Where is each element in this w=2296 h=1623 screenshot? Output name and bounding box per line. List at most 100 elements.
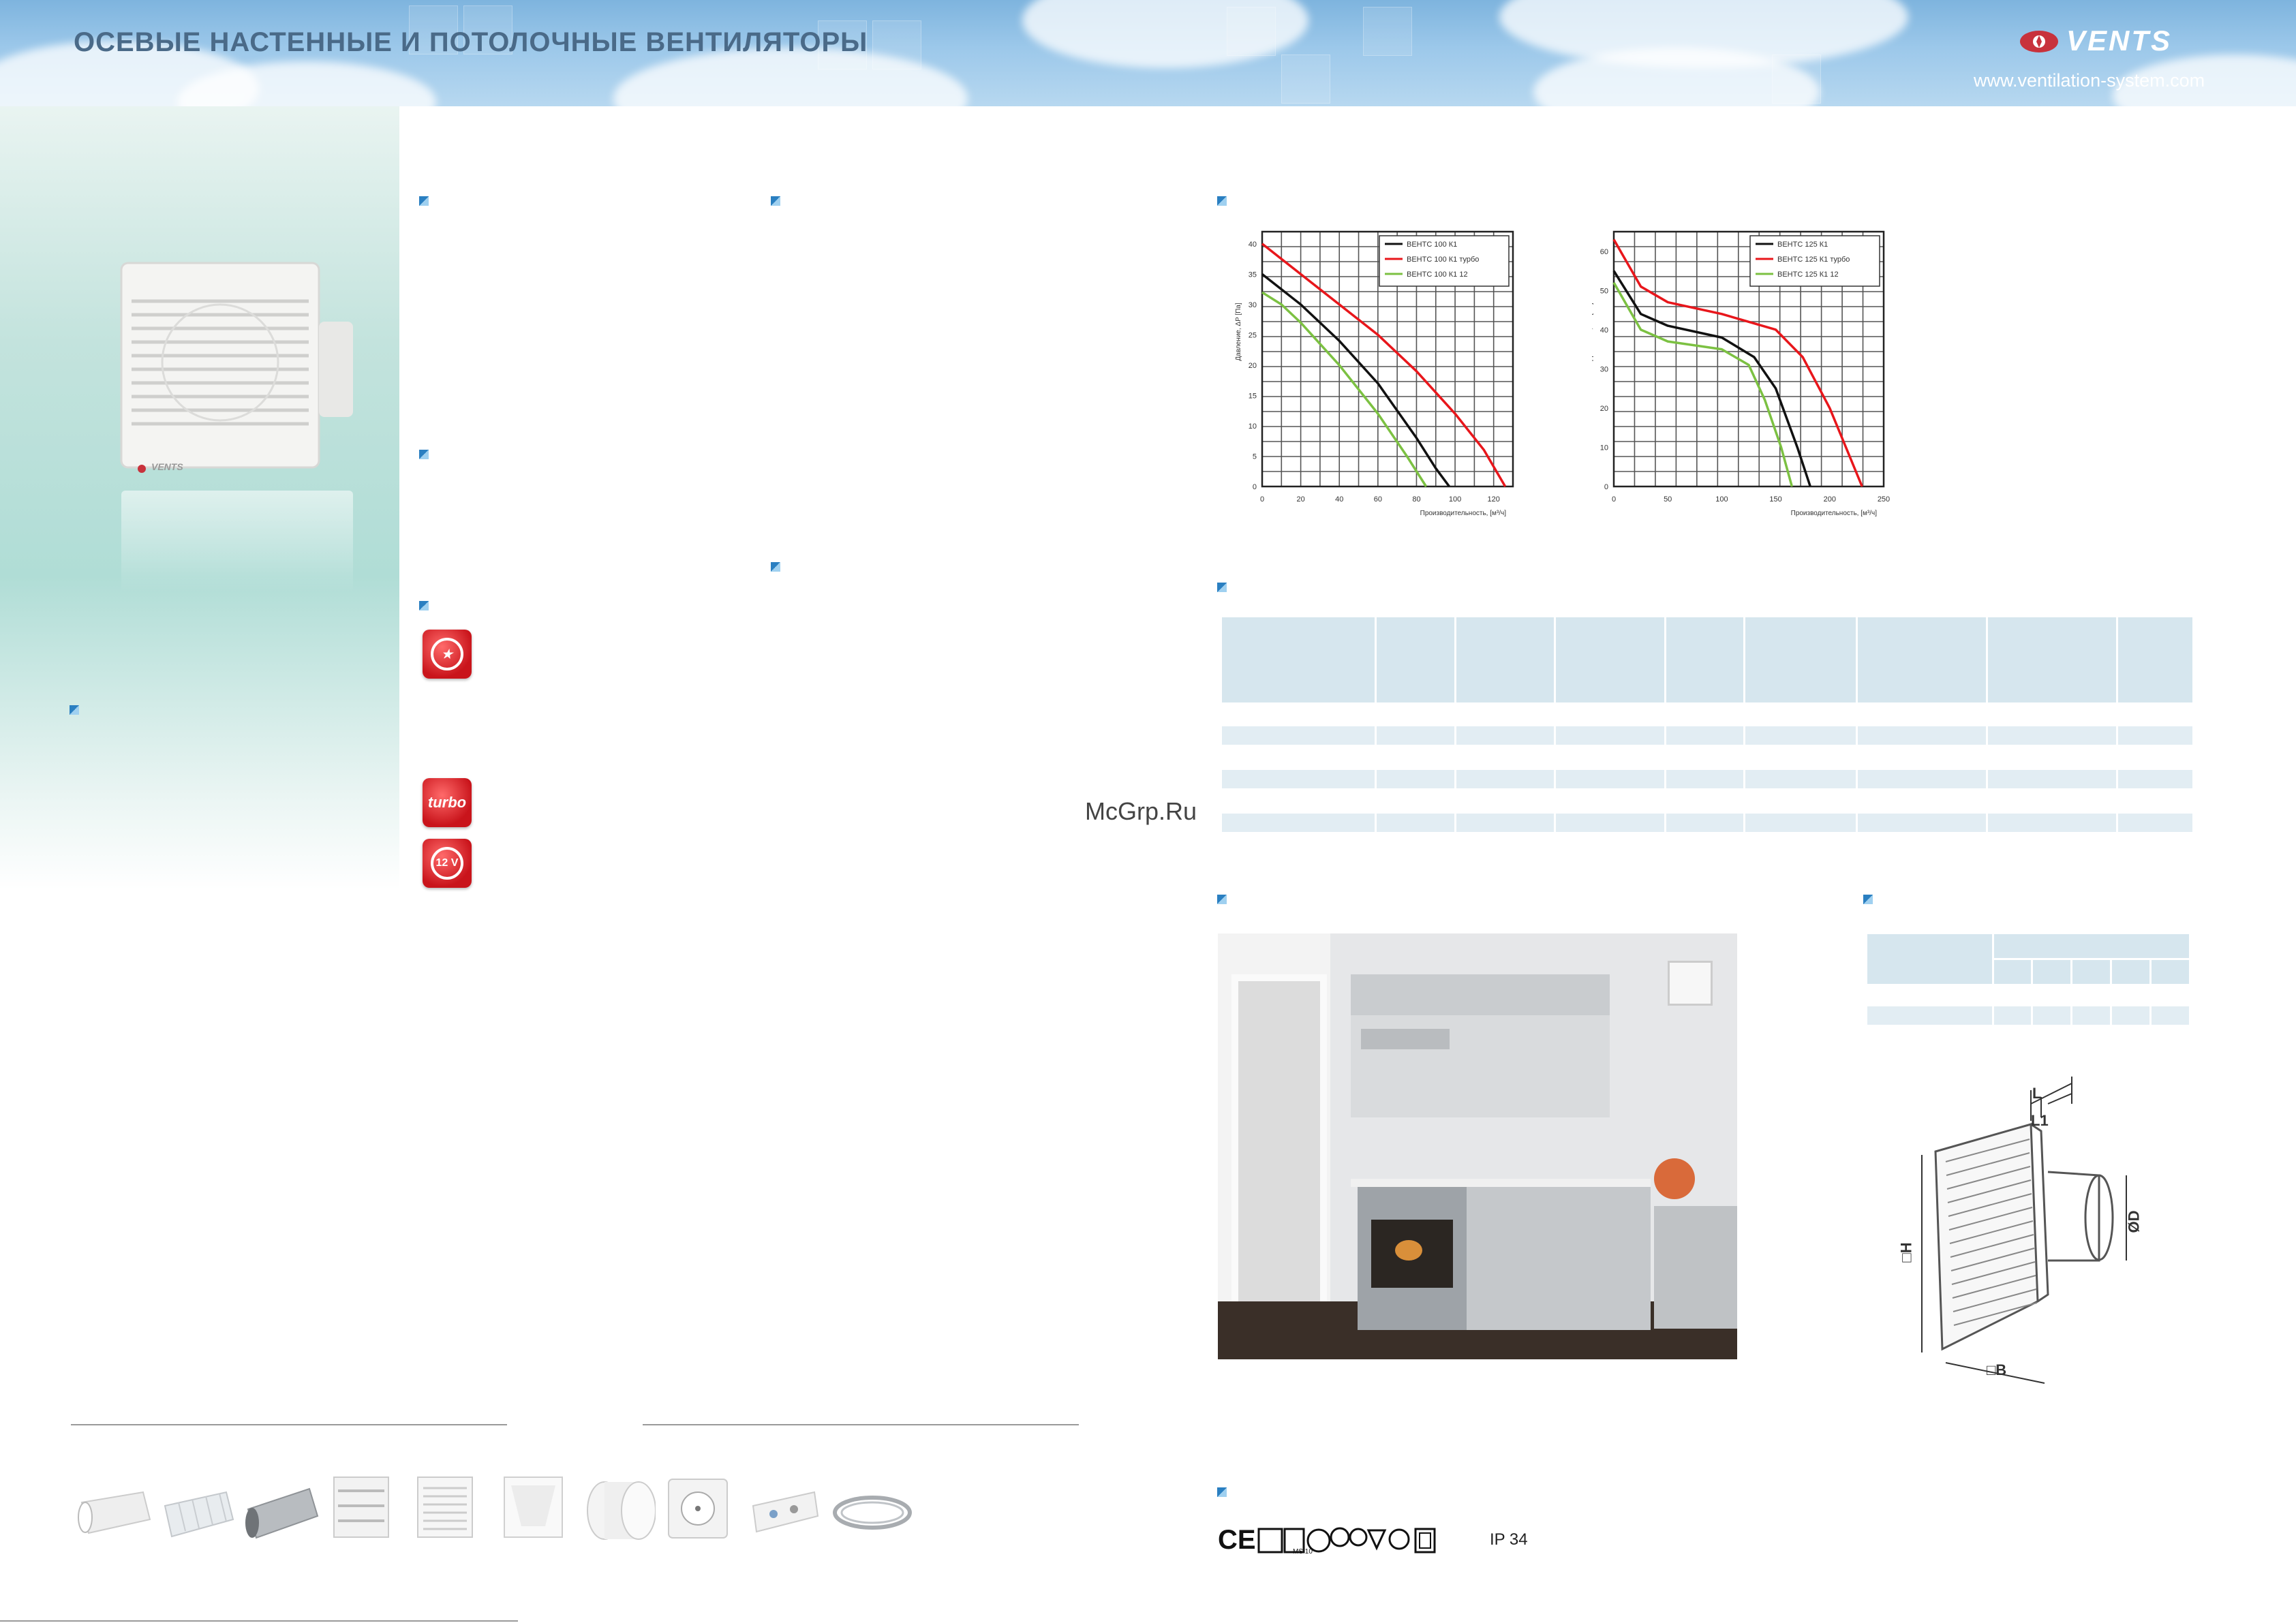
section-marker-icon bbox=[419, 196, 429, 206]
y-tick-label: 60 bbox=[1600, 248, 1608, 256]
section-marker-icon bbox=[1863, 895, 1873, 904]
y-tick-label: 5 bbox=[1253, 452, 1257, 461]
x-tick-label: 0 bbox=[1612, 495, 1616, 504]
x-tick-label: 50 bbox=[1664, 495, 1672, 504]
x-tick-label: 120 bbox=[1488, 495, 1500, 504]
table-row bbox=[1220, 702, 2194, 726]
y-tick-label: 15 bbox=[1249, 392, 1257, 400]
y-tick-label: 0 bbox=[1253, 483, 1257, 491]
duct-flexible-icon bbox=[158, 1482, 240, 1543]
product-logo: VENTS bbox=[151, 461, 183, 472]
table-row bbox=[1865, 984, 2191, 1006]
page-title: ОСЕВЫЕ НАСТЕННЫЕ И ПОТОЛОЧНЫЕ ВЕНТИЛЯТОР… bbox=[74, 27, 868, 57]
legend-label: ВЕНТС 125 К1 турбо bbox=[1777, 256, 1850, 264]
divider bbox=[0, 1620, 518, 1622]
x-tick-label: 80 bbox=[1412, 495, 1420, 504]
y-tick-label: 35 bbox=[1249, 270, 1257, 279]
y-tick-label: 50 bbox=[1600, 287, 1608, 295]
dim-label-b: □B bbox=[1987, 1361, 2007, 1378]
specifications-table bbox=[1220, 615, 2194, 834]
turbo-badge-icon: turbo bbox=[423, 778, 472, 827]
table-row bbox=[1865, 1004, 2191, 1027]
table-row bbox=[1220, 768, 2194, 790]
table-row bbox=[1220, 812, 2194, 834]
ventilation-grille-icon bbox=[412, 1472, 480, 1543]
duct-aluminium-icon bbox=[241, 1482, 323, 1543]
section-marker-icon bbox=[1217, 196, 1227, 206]
louvre-grille-icon bbox=[328, 1472, 397, 1543]
series-line bbox=[1612, 270, 1811, 487]
chart-vents-125: 0 50 100 150 200 250 0 10 20 30 40 50 60 Производител… bbox=[1592, 230, 1890, 517]
x-tick-label: 150 bbox=[1769, 495, 1781, 504]
section-marker-icon bbox=[771, 196, 780, 206]
legend-label: ВЕНТС 100 К1 турбо bbox=[1407, 256, 1479, 264]
section-marker-icon bbox=[419, 601, 429, 610]
x-tick-label: 200 bbox=[1824, 495, 1836, 504]
table-row bbox=[1220, 788, 2194, 814]
brand-url[interactable]: www.ventilation-system.com bbox=[1974, 70, 2205, 91]
y-tick-label: 30 bbox=[1249, 301, 1257, 309]
legend-label: ВЕНТС 125 К1 12 bbox=[1777, 270, 1839, 279]
product-image: VENTS bbox=[114, 260, 360, 492]
watermark: McGrp.Ru bbox=[1085, 797, 1197, 825]
ce-mark-icon: CE bbox=[1218, 1525, 1256, 1555]
x-axis-label: Производительность, [м³/ч] bbox=[1791, 510, 1878, 517]
section-marker-icon bbox=[1217, 1487, 1227, 1497]
y-tick-label: 0 bbox=[1604, 483, 1608, 491]
x-tick-label: 100 bbox=[1715, 495, 1728, 504]
x-tick-label: 60 bbox=[1374, 495, 1382, 504]
12v-badge-icon: 12 V bbox=[423, 839, 472, 888]
y-tick-label: 40 bbox=[1600, 326, 1608, 335]
y-tick-label: 20 bbox=[1600, 405, 1608, 413]
legend-label: ВЕНТС 125 К1 bbox=[1777, 241, 1828, 249]
turbo-label: turbo bbox=[427, 794, 467, 811]
brand-name: VENTS bbox=[2066, 25, 2173, 57]
y-tick-label: 40 bbox=[1249, 241, 1257, 249]
series-line bbox=[1261, 273, 1450, 488]
section-marker-icon bbox=[771, 562, 780, 572]
table-row bbox=[1220, 745, 2194, 770]
y-tick-label: 10 bbox=[1249, 422, 1257, 431]
dim-label-h: □H bbox=[1897, 1242, 1915, 1263]
section-marker-icon bbox=[419, 450, 429, 459]
x-tick-label: 20 bbox=[1296, 495, 1304, 504]
vents-logo: VENTS bbox=[2017, 25, 2229, 59]
dimensions-table bbox=[1865, 932, 2192, 1027]
x-tick-label: 250 bbox=[1878, 495, 1890, 504]
12v-label: 12 V bbox=[431, 847, 463, 880]
product-reflection bbox=[121, 491, 353, 593]
hood-grille-icon bbox=[498, 1472, 572, 1543]
y-axis-label: Давление, ΔP [Па] bbox=[1592, 303, 1594, 361]
section-marker-icon bbox=[1217, 895, 1227, 904]
section-marker-icon bbox=[70, 705, 79, 715]
legend-label: ВЕНТС 100 К1 12 bbox=[1407, 270, 1468, 279]
ip-rating: IP 34 bbox=[1490, 1530, 1528, 1549]
y-axis-label: Давление, ΔP [Па] bbox=[1235, 303, 1242, 361]
divider bbox=[643, 1424, 1079, 1425]
table-header-row bbox=[1865, 932, 2192, 986]
control-panel-icon bbox=[746, 1485, 821, 1540]
section-marker-icon bbox=[1217, 583, 1227, 592]
x-axis-label: Производительность, [м³/ч] bbox=[1420, 510, 1507, 517]
y-tick-label: 20 bbox=[1249, 362, 1257, 370]
duct-rigid-icon bbox=[75, 1482, 157, 1543]
dim-label-l1: L1 bbox=[2031, 1112, 2049, 1129]
divider bbox=[71, 1424, 507, 1425]
legend-label: ВЕНТС 100 К1 bbox=[1407, 241, 1457, 249]
x-tick-label: 100 bbox=[1449, 495, 1461, 504]
clamp-ring-icon bbox=[828, 1485, 917, 1540]
x-tick-label: 0 bbox=[1260, 495, 1264, 504]
dim-label-d: ØD bbox=[2125, 1210, 2143, 1233]
chart-vents-100: 0 20 40 60 80 100 120 0 5 10 15 20 25 30 35 40 Производи… bbox=[1235, 230, 1514, 517]
y-tick-label: 30 bbox=[1600, 365, 1608, 373]
speed-controller-icon bbox=[664, 1475, 733, 1543]
table-row bbox=[1220, 724, 2194, 747]
y-tick-label: 10 bbox=[1600, 444, 1608, 452]
duct-connector-icon bbox=[581, 1479, 656, 1543]
kitchen-photo bbox=[1218, 933, 1737, 1359]
x-tick-label: 40 bbox=[1335, 495, 1343, 504]
table-header-row bbox=[1220, 615, 2194, 705]
dimension-drawing: L L1 □H ØD □B bbox=[1895, 1077, 2154, 1397]
certification-strip: CE MS 10 bbox=[1218, 1524, 1490, 1558]
warranty-badge-icon: ★ bbox=[423, 630, 472, 679]
